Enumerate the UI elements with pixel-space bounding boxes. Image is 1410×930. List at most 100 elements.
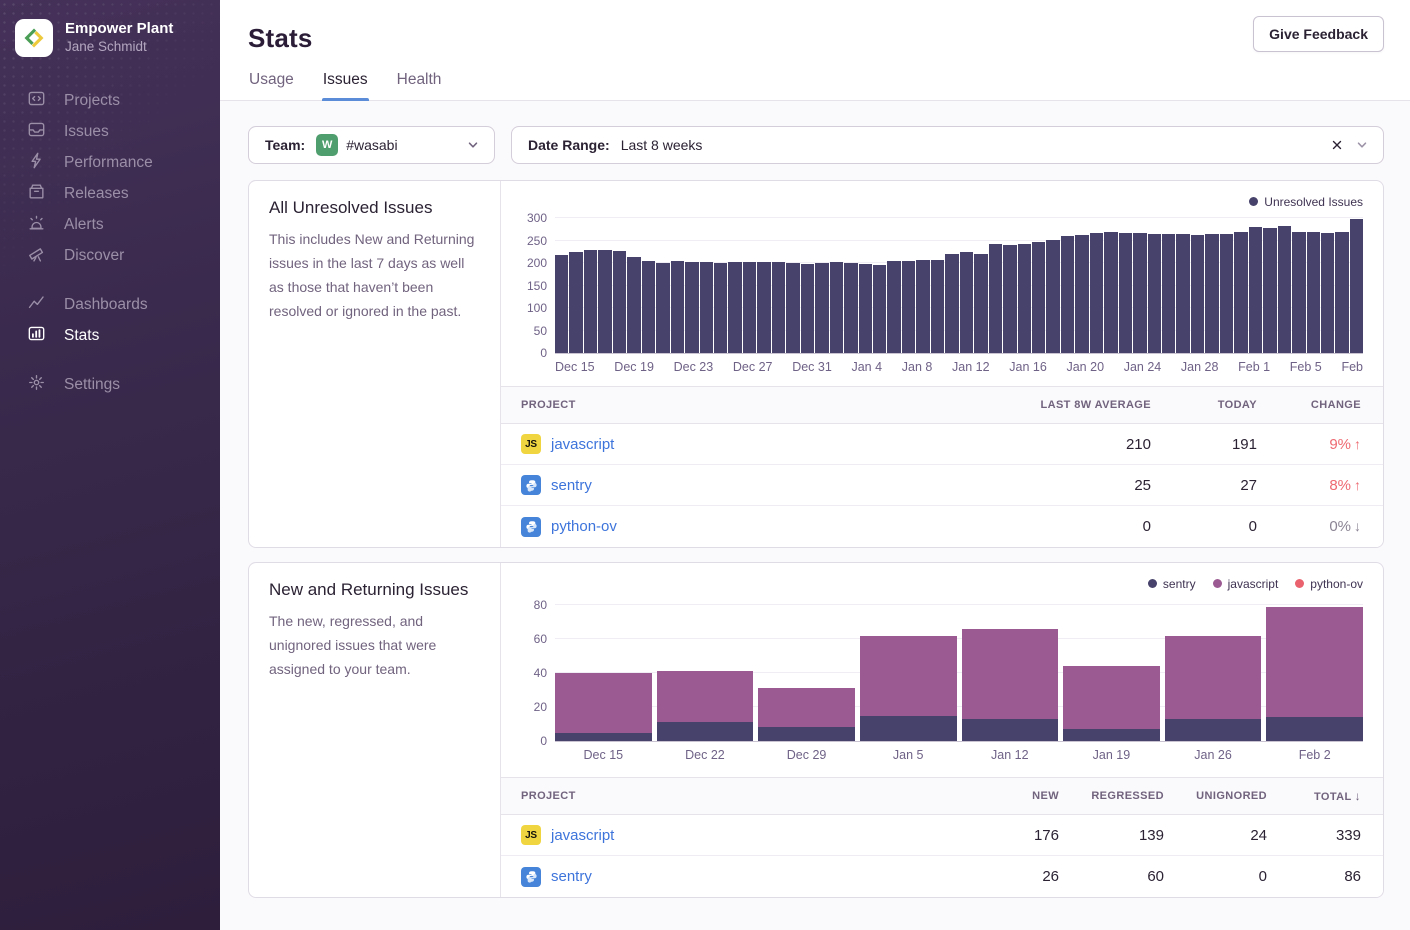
y-axis-label: 300 <box>515 212 547 224</box>
chart-bar <box>1046 240 1059 353</box>
project-link[interactable]: javascript <box>551 827 614 844</box>
sidebar-nav: Projects Issues Performance Releases Ale… <box>0 73 220 400</box>
chart-bar <box>1075 235 1088 353</box>
sidebar-item-label: Dashboards <box>64 296 148 314</box>
x-axis-label: Jan 24 <box>1124 360 1162 374</box>
panel-description: The new, regressed, and unignored issues… <box>269 609 480 681</box>
legend-dot-icon <box>1213 579 1222 588</box>
chart-bar <box>945 254 958 353</box>
sidebar-item-releases[interactable]: Releases <box>0 178 220 209</box>
project-link[interactable]: sentry <box>551 868 592 885</box>
chart-bar <box>598 250 611 353</box>
chart-bar <box>642 261 655 353</box>
sidebar-item-settings[interactable]: Settings <box>0 369 220 400</box>
team-select[interactable]: Team: W #wasabi <box>248 126 495 164</box>
legend-item-javascript[interactable]: javascript <box>1213 577 1279 591</box>
chart-bar <box>627 257 640 353</box>
new-returning-chart-xlabels: Dec 15Dec 22Dec 29Jan 5Jan 12Jan 19Jan 2… <box>555 748 1363 762</box>
chart-bar <box>685 262 698 353</box>
stacked-bar <box>555 673 652 741</box>
total-value: 339 <box>1289 827 1383 844</box>
stacked-bar <box>758 688 855 741</box>
javascript-platform-icon: JS <box>521 825 541 845</box>
chart-bar <box>700 262 713 353</box>
chart-bar <box>1350 219 1363 353</box>
tab-health[interactable]: Health <box>396 67 443 100</box>
table-row: JS javascript 176 139 24 339 <box>501 815 1383 856</box>
bar-segment-sentry <box>1063 729 1160 741</box>
legend-item-unresolved[interactable]: Unresolved Issues <box>1249 195 1363 209</box>
org-name: Empower Plant <box>65 20 173 38</box>
new-value: 176 <box>966 827 1081 844</box>
project-link[interactable]: sentry <box>551 477 592 494</box>
sidebar-item-label: Settings <box>64 376 120 394</box>
empower-plant-logo-icon <box>22 26 46 50</box>
sidebar-item-label: Projects <box>64 92 120 110</box>
page-title: Stats <box>248 23 313 54</box>
column-header-new: NEW <box>966 790 1081 802</box>
unresolved-table: PROJECT LAST 8W AVERAGE TODAY CHANGE JS … <box>501 386 1383 547</box>
settings-icon <box>27 373 46 397</box>
new-value: 26 <box>966 868 1081 885</box>
chart-bar <box>1191 235 1204 353</box>
bar-segment-sentry <box>860 716 957 742</box>
chart-bar <box>1321 233 1334 353</box>
y-axis-label: 200 <box>515 257 547 269</box>
sidebar-item-dashboards[interactable]: Dashboards <box>0 289 220 320</box>
chart-bar <box>989 244 1002 353</box>
sidebar-item-label: Discover <box>64 247 124 265</box>
chart-bar <box>613 251 626 353</box>
table-row: sentry 25 27 8%↑ <box>501 465 1383 506</box>
date-range-select[interactable]: Date Range: Last 8 weeks <box>511 126 1384 164</box>
x-axis-label: Jan 12 <box>952 360 990 374</box>
chart-bar <box>1003 245 1016 353</box>
org-switcher[interactable]: Empower Plant Jane Schmidt <box>0 0 220 73</box>
chart-bar <box>1335 232 1348 353</box>
regressed-value: 60 <box>1081 868 1186 885</box>
panel-description: This includes New and Returning issues i… <box>269 227 480 323</box>
sidebar-item-stats[interactable]: Stats <box>0 320 220 351</box>
chart-bar <box>728 262 741 353</box>
chart-bar <box>1292 232 1305 353</box>
y-axis-label: 80 <box>515 599 547 611</box>
sidebar-item-projects[interactable]: Projects <box>0 85 220 116</box>
legend-item-python-ov[interactable]: python-ov <box>1295 577 1363 591</box>
sidebar-item-performance[interactable]: Performance <box>0 147 220 178</box>
sidebar-item-alerts[interactable]: Alerts <box>0 209 220 240</box>
chart-bar <box>887 261 900 353</box>
stacked-bar <box>1266 607 1363 741</box>
unignored-value: 24 <box>1186 827 1289 844</box>
user-name: Jane Schmidt <box>65 38 173 56</box>
column-header-total[interactable]: TOTAL↓ <box>1289 789 1383 803</box>
project-cell: sentry <box>501 867 966 887</box>
project-link[interactable]: javascript <box>551 436 614 453</box>
x-axis-label: Dec 22 <box>657 748 754 762</box>
sort-desc-icon: ↓ <box>1355 789 1361 803</box>
x-axis-label: Dec 31 <box>792 360 832 374</box>
x-axis-label: Dec 19 <box>614 360 654 374</box>
alerts-icon <box>27 213 46 237</box>
chart-bar <box>801 264 814 353</box>
legend-item-sentry[interactable]: sentry <box>1148 577 1196 591</box>
chart-bar <box>1133 233 1146 353</box>
chart-bar <box>1119 233 1132 353</box>
project-cell: python-ov <box>501 517 973 537</box>
sidebar-item-discover[interactable]: Discover <box>0 240 220 271</box>
clear-icon[interactable] <box>1328 136 1346 154</box>
unresolved-chart-xlabels: Dec 15Dec 19Dec 23Dec 27Dec 31Jan 4Jan 8… <box>555 360 1363 374</box>
bar-segment-javascript <box>860 636 957 716</box>
sidebar-item-issues[interactable]: Issues <box>0 116 220 147</box>
sidebar-item-label: Releases <box>64 185 129 203</box>
x-axis-label: Jan 5 <box>860 748 957 762</box>
avg-value: 25 <box>973 477 1173 494</box>
tab-issues[interactable]: Issues <box>322 67 369 100</box>
today-value: 0 <box>1173 518 1279 535</box>
give-feedback-button[interactable]: Give Feedback <box>1253 16 1384 52</box>
tab-usage[interactable]: Usage <box>248 67 295 100</box>
panel-title: New and Returning Issues <box>269 580 480 600</box>
project-link[interactable]: python-ov <box>551 518 617 535</box>
x-axis-label: Jan 8 <box>902 360 933 374</box>
y-axis-label: 0 <box>515 735 547 747</box>
chart-bar <box>859 264 872 353</box>
chart-bar <box>1061 236 1074 353</box>
